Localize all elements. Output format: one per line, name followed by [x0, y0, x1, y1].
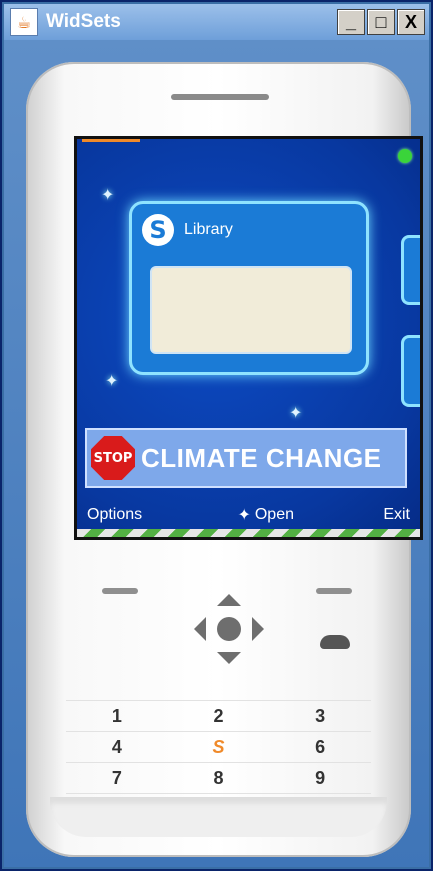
window-title: WidSets: [46, 11, 121, 32]
title-bar[interactable]: ☕ WidSets _ □ X: [4, 4, 429, 40]
key-6[interactable]: 6: [269, 737, 371, 758]
key-2[interactable]: 2: [168, 706, 270, 727]
key-5-widsets-logo[interactable]: S: [168, 737, 270, 758]
dpad-down-icon[interactable]: [217, 652, 241, 664]
widsets-logo-icon: S: [142, 214, 174, 246]
stop-sign-icon: STOP: [91, 436, 135, 480]
navigation-dpad[interactable]: [194, 594, 264, 664]
key-row: 1 2 3: [66, 700, 371, 731]
dpad-select-button[interactable]: [217, 617, 241, 641]
app-window: ☕ WidSets _ □ X ✦ ✦ ✦ S Library STOP CLI…: [0, 0, 433, 871]
speaker-grille: [171, 94, 269, 100]
connection-status-icon: [398, 149, 412, 163]
sparkle-icon: ✦: [237, 507, 251, 524]
end-call-icon[interactable]: [320, 635, 350, 649]
climate-change-banner[interactable]: STOP CLIMATE CHANGE: [85, 428, 407, 488]
options-softkey[interactable]: Options: [87, 506, 142, 524]
key-4[interactable]: 4: [66, 737, 168, 758]
widget-title: Library: [184, 221, 233, 238]
banner-text: CLIMATE CHANGE: [141, 442, 382, 473]
sparkle-icon: ✦: [101, 185, 115, 204]
widget-header: S Library: [142, 214, 233, 246]
widget-content-area: [150, 266, 352, 354]
screen-border-stripe: [77, 529, 420, 537]
dpad-left-icon[interactable]: [194, 617, 206, 641]
key-7[interactable]: 7: [66, 768, 168, 789]
progress-indicator: [82, 139, 140, 142]
key-row: 4 S 6: [66, 731, 371, 762]
dpad-right-icon[interactable]: [252, 617, 264, 641]
softkey-bar: Options ✦ Open Exit: [77, 501, 420, 529]
key-8[interactable]: 8: [168, 768, 270, 789]
open-softkey-label: Open: [254, 506, 294, 523]
adjacent-widget[interactable]: [401, 335, 420, 407]
screen-background: ✦ ✦ ✦ S Library STOP CLIMATE CHANGE Opti…: [77, 139, 420, 537]
left-soft-key[interactable]: [102, 588, 138, 594]
java-cup-icon: ☕: [10, 8, 38, 36]
phone-body: ✦ ✦ ✦ S Library STOP CLIMATE CHANGE Opti…: [26, 62, 423, 857]
key-1[interactable]: 1: [66, 706, 168, 727]
phone-screen: ✦ ✦ ✦ S Library STOP CLIMATE CHANGE Opti…: [74, 136, 423, 540]
minimize-button[interactable]: _: [337, 9, 365, 35]
sparkle-icon: ✦: [289, 403, 303, 422]
key-9[interactable]: 9: [269, 768, 371, 789]
dpad-up-icon[interactable]: [217, 594, 241, 606]
window-controls: _ □ X: [337, 9, 425, 35]
library-widget[interactable]: S Library: [129, 201, 369, 375]
close-button[interactable]: X: [397, 9, 425, 35]
emulator-stage: ✦ ✦ ✦ S Library STOP CLIMATE CHANGE Opti…: [4, 40, 429, 867]
sparkle-icon: ✦: [105, 371, 119, 390]
phone-bottom-bezel: [50, 797, 387, 837]
maximize-button[interactable]: □: [367, 9, 395, 35]
adjacent-widget[interactable]: [401, 235, 420, 305]
right-soft-key[interactable]: [316, 588, 352, 594]
key-3[interactable]: 3: [269, 706, 371, 727]
open-softkey[interactable]: ✦ Open: [237, 505, 294, 525]
exit-softkey[interactable]: Exit: [383, 506, 410, 524]
key-row: 7 8 9: [66, 762, 371, 793]
